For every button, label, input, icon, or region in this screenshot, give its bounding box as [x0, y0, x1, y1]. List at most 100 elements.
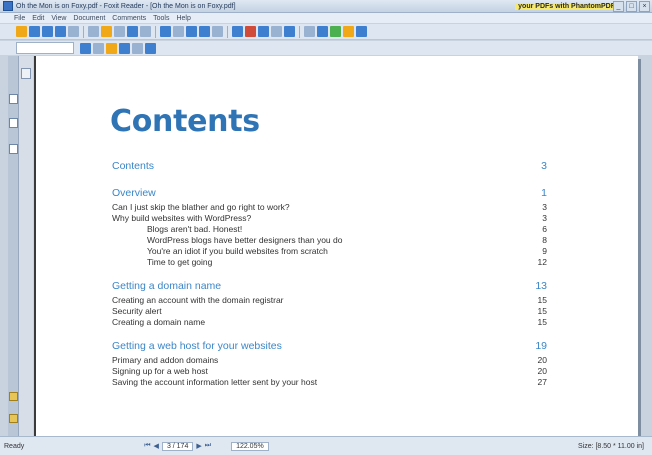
previous-page-button[interactable]: ◀ — [154, 442, 159, 450]
window-title: Oh the Mon is on Foxy.pdf - Foxit Reader… — [16, 2, 236, 10]
toolbar-button-icon[interactable] — [284, 26, 295, 37]
toc-entry-title: Security alert — [112, 306, 162, 316]
toolbar-button-icon[interactable] — [330, 26, 341, 37]
toolbar-button-icon[interactable] — [16, 26, 27, 37]
toolbar-button-icon[interactable] — [160, 26, 171, 37]
page-navigation: ⏮ ◀ 3 / 174 ▶ ⏭ — [144, 441, 211, 451]
toolbar2-button-icon[interactable] — [93, 42, 104, 54]
toolbar-button-icon[interactable] — [356, 26, 367, 37]
toc-entry-page: 1 — [541, 187, 547, 199]
toc-entry-title: Creating an account with the domain regi… — [112, 295, 284, 305]
toolbar-button-icon[interactable] — [101, 26, 112, 37]
toc-entry-title: WordPress blogs have better designers th… — [147, 235, 343, 245]
toc-entry-title: Blogs aren't bad. Honest! — [147, 224, 243, 234]
toolbar-button-icon[interactable] — [271, 26, 282, 37]
last-page-button[interactable]: ⏭ — [205, 442, 211, 450]
minimize-button[interactable]: _ — [613, 1, 624, 12]
toolbar-button-icon[interactable] — [186, 26, 197, 37]
menu-bar: File Edit View Document Comments Tools H… — [0, 13, 652, 23]
first-page-button[interactable]: ⏮ — [144, 442, 150, 450]
status-bar: Ready ⏮ ◀ 3 / 174 ▶ ⏭ 122.05% Size: [8.5… — [0, 436, 652, 455]
toc-entry-page: 12 — [537, 257, 547, 267]
toolbar-button-icon[interactable] — [245, 26, 256, 37]
attachments-icon[interactable] — [9, 392, 18, 401]
toc-entry-title: Signing up for a web host — [112, 366, 208, 376]
comments-icon[interactable] — [9, 414, 18, 423]
toolbar2-button-icon[interactable] — [132, 42, 143, 54]
next-page-button[interactable]: ▶ — [196, 442, 201, 450]
toc-entry-page: 15 — [537, 295, 547, 305]
toolbar-button-icon[interactable] — [29, 26, 40, 37]
toolbar-button-icon[interactable] — [42, 26, 53, 37]
window-controls: _ □ × — [613, 1, 650, 12]
toc-entry-title: Getting a domain name — [112, 280, 222, 292]
toolbar-separator — [299, 25, 300, 38]
collapse-panel-icon[interactable] — [21, 68, 31, 79]
toc-entry-title: You're an idiot if you build websites fr… — [147, 246, 328, 256]
toolbar-button-icon[interactable] — [114, 26, 125, 37]
page-size: Size: [8.50 * 11.00 in] — [577, 442, 644, 450]
document-page: Contents Contents 3 Overview 1 Can I just sk… — [34, 56, 638, 436]
toc-entry-title: Contents — [112, 160, 155, 172]
page-indicator[interactable]: 3 / 174 — [161, 441, 194, 451]
toc-entry-page: 9 — [542, 246, 547, 256]
bookmarks-panel-icon[interactable] — [9, 118, 18, 128]
app-icon — [3, 1, 13, 11]
toolbar-button-icon[interactable] — [212, 26, 223, 37]
toc-entry-page: 3 — [541, 160, 547, 172]
toolbar-button-icon[interactable] — [258, 26, 269, 37]
panel-gutter — [19, 56, 33, 436]
menu-document[interactable]: Document — [73, 15, 105, 22]
close-button[interactable]: × — [639, 1, 650, 12]
toc-entry-page: 20 — [537, 366, 547, 376]
toolbar-button-icon[interactable] — [55, 26, 66, 37]
toolbar-button-icon[interactable] — [304, 26, 315, 37]
toolbar2-button-icon[interactable] — [80, 42, 91, 54]
layers-panel-icon[interactable] — [9, 144, 18, 154]
toolbar-button-icon[interactable] — [127, 26, 138, 37]
toc-entry-page: 3 — [542, 213, 547, 223]
toc-entry-title: Saving the account information letter se… — [112, 377, 318, 387]
toc-entry-title: Time to get going — [147, 257, 213, 267]
ad-banner[interactable]: your PDFs with PhantomPDF — [515, 2, 618, 10]
menu-edit[interactable]: Edit — [32, 15, 44, 22]
toolbar-button-icon[interactable] — [88, 26, 99, 37]
title-bar: Oh the Mon is on Foxy.pdf - Foxit Reader… — [0, 0, 652, 13]
toc-entry-title: Primary and addon domains — [112, 355, 219, 365]
toolbar-button-icon[interactable] — [343, 26, 354, 37]
toc-entry-page: 15 — [537, 306, 547, 316]
menu-tools[interactable]: Tools — [153, 15, 169, 22]
secondary-toolbar — [0, 41, 652, 55]
status-text: Ready — [4, 442, 25, 450]
toolbar-button-icon[interactable] — [199, 26, 210, 37]
toolbar-button-icon[interactable] — [173, 26, 184, 37]
main-toolbar — [0, 24, 652, 40]
toc-entry-page: 20 — [537, 355, 547, 365]
toolbar-separator — [83, 25, 84, 38]
menu-file[interactable]: File — [14, 15, 25, 22]
toc-entry-page: 19 — [535, 340, 547, 352]
sidebar-rail — [8, 56, 19, 436]
toc-entry-title: Why build websites with WordPress? — [112, 213, 252, 223]
toolbar2-button-icon[interactable] — [106, 42, 117, 54]
zoom-level[interactable]: 122.05% — [231, 441, 269, 451]
toc-entry-page: 15 — [537, 317, 547, 327]
maximize-button[interactable]: □ — [626, 1, 637, 12]
toolbar-separator — [227, 25, 228, 38]
toc-entry-page: 8 — [542, 235, 547, 245]
toolbar-button-icon[interactable] — [232, 26, 243, 37]
toolbar-button-icon[interactable] — [317, 26, 328, 37]
pages-panel-icon[interactable] — [9, 94, 18, 104]
toolbar2-button-icon[interactable] — [119, 42, 130, 54]
menu-view[interactable]: View — [51, 15, 66, 22]
toolbar-button-icon[interactable] — [68, 26, 79, 37]
toolbar-button-icon[interactable] — [140, 26, 151, 37]
toolbar2-button-icon[interactable] — [145, 42, 156, 54]
page-title: Contents — [110, 104, 260, 139]
toc-entry-page: 3 — [542, 202, 547, 212]
toc-entry-title: Overview — [112, 187, 156, 199]
menu-comments[interactable]: Comments — [112, 15, 146, 22]
toc-entry-title: Can I just skip the blather and go right… — [112, 202, 290, 212]
page-number-field[interactable] — [16, 42, 74, 54]
menu-help[interactable]: Help — [176, 15, 190, 22]
